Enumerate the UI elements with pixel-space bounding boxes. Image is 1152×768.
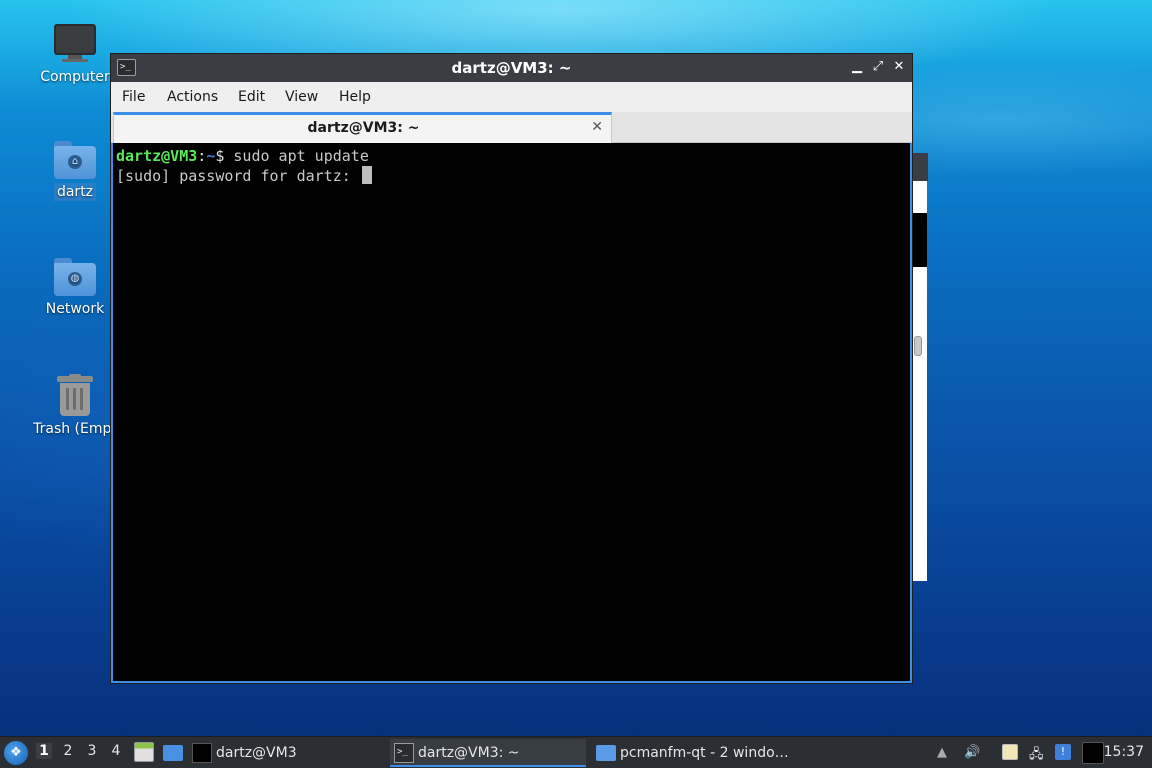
sudo-password-prompt: [sudo] password for dartz: <box>116 167 360 185</box>
home-folder-icon: ⌂ <box>54 141 96 179</box>
globe-icon: ◍ <box>68 272 82 286</box>
file-manager-launcher-icon[interactable] <box>134 742 154 762</box>
maximize-button[interactable]: ⤢ <box>869 58 887 76</box>
taskbar-task-terminal-1[interactable]: dartz@VM3 <box>188 739 384 767</box>
task-label: dartz@VM3: ~ <box>418 745 520 761</box>
clock[interactable]: 15:37 <box>1104 744 1144 760</box>
background-window-pane <box>913 213 927 267</box>
taskbar-task-terminal-2[interactable]: >_ dartz@VM3: ~ <box>390 739 586 767</box>
prompt-path: ~ <box>206 147 216 165</box>
desktop-icon-label: Computer <box>40 69 110 85</box>
close-button[interactable]: ✕ <box>890 58 908 76</box>
tray-expand-icon[interactable]: ▲ <box>937 745 947 760</box>
workspace-3[interactable]: 3 <box>84 743 100 759</box>
taskbar: ❖ 1 2 3 4 dartz@VM3 >_ dartz@VM3: ~ pcma… <box>0 736 1152 768</box>
menu-view[interactable]: View <box>285 89 318 105</box>
workspace-1[interactable]: 1 <box>36 743 52 759</box>
background-window-scrollbar[interactable] <box>914 336 922 356</box>
tab-bar: dartz@VM3: ~ ✕ <box>111 112 912 143</box>
background-window-edge[interactable] <box>912 153 928 581</box>
terminal-output[interactable]: dartz@VM3:~$ sudo apt update [sudo] pass… <box>111 143 912 683</box>
taskbar-task-file-manager[interactable]: pcmanfm-qt - 2 windo… <box>592 739 792 767</box>
desktop-icon-label: Trash (Empt <box>33 421 117 437</box>
task-label: dartz@VM3 <box>216 745 297 761</box>
desktop-icon-label: Network <box>45 301 105 317</box>
background-window-titlebar <box>913 153 928 181</box>
menu-help[interactable]: Help <box>339 89 371 105</box>
folder-launcher-icon[interactable] <box>163 745 183 761</box>
menubar: File Actions Edit View Help <box>111 82 912 112</box>
command-text: sudo apt update <box>224 147 369 165</box>
prompt-separator: : <box>197 147 207 165</box>
start-menu-button[interactable]: ❖ <box>4 741 28 765</box>
volume-icon[interactable]: 🔊 <box>964 745 980 760</box>
tab-close-icon[interactable]: ✕ <box>591 119 603 135</box>
menu-file[interactable]: File <box>122 89 145 105</box>
computer-icon <box>54 24 96 64</box>
terminal-black-icon <box>192 743 212 763</box>
system-monitor-icon[interactable] <box>1082 742 1104 764</box>
network-folder-icon: ◍ <box>54 258 96 296</box>
desktop-icon-label: dartz <box>53 183 97 201</box>
window-titlebar[interactable]: >_ dartz@VM3: ~ ▁ ⤢ ✕ <box>111 54 912 82</box>
workspace-4[interactable]: 4 <box>108 743 124 759</box>
tab-label: dartz@VM3: ~ <box>307 120 420 136</box>
window-title: dartz@VM3: ~ <box>451 59 572 77</box>
notification-icon[interactable]: ! <box>1055 744 1071 760</box>
folder-icon <box>596 745 616 761</box>
home-icon: ⌂ <box>68 155 82 169</box>
prompt-user-host: dartz@VM3 <box>116 147 198 165</box>
minimize-button[interactable]: ▁ <box>848 58 866 76</box>
network-icon[interactable]: 🖧 <box>1029 745 1044 767</box>
clipboard-icon[interactable] <box>1002 744 1018 760</box>
menu-edit[interactable]: Edit <box>238 89 265 105</box>
workspace-2[interactable]: 2 <box>60 743 76 759</box>
text-cursor <box>361 166 372 184</box>
terminal-window[interactable]: >_ dartz@VM3: ~ ▁ ⤢ ✕ File Actions Edit … <box>110 53 913 684</box>
task-label: pcmanfm-qt - 2 windo… <box>620 745 789 761</box>
tab-terminal[interactable]: dartz@VM3: ~ ✕ <box>113 112 612 143</box>
menu-actions[interactable]: Actions <box>167 89 218 105</box>
trash-icon <box>57 374 93 416</box>
terminal-icon: >_ <box>394 743 414 763</box>
